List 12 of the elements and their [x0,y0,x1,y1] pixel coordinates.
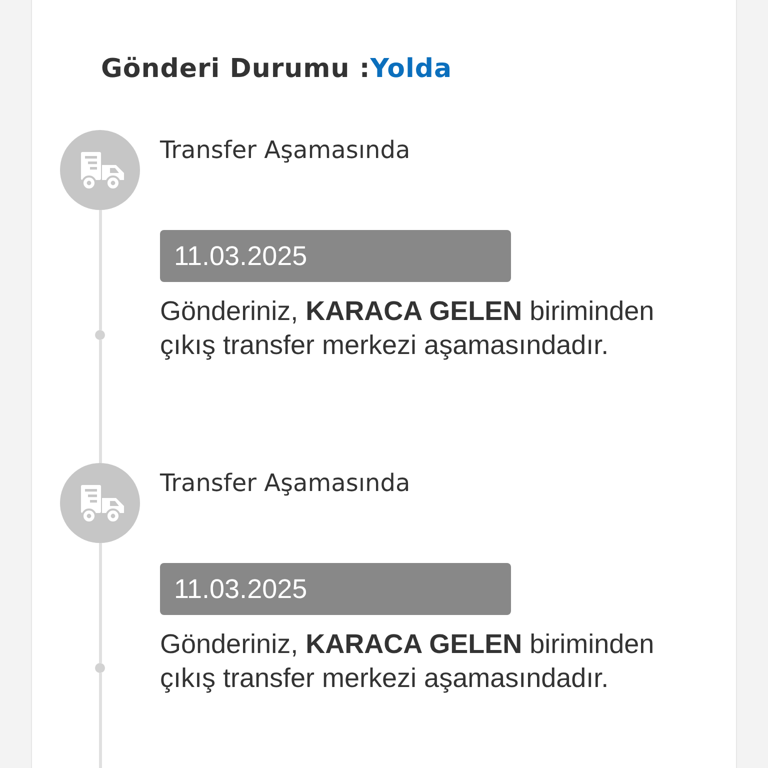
event-description: Gönderiniz, KARACA GELEN biriminden çıkış transfer merkezi aşamasındadır. [160,628,656,695]
date-banner: 11.03.2025 [160,230,511,282]
event-description: Gönderiniz, KARACA GELEN biriminden çıkış transfer merkezi aşamasındadır. [160,295,656,362]
timeline-dot-icon [95,330,105,340]
status-label: Gönderi Durumu : [101,54,370,84]
event-title: Transfer Aşamasında [160,135,412,166]
truck-icon [60,463,140,543]
status-value: Yolda [370,54,452,84]
truck-icon [60,130,140,210]
timeline-dot-icon [95,663,105,673]
event-title: Transfer Aşamasında [160,468,412,499]
date-banner: 11.03.2025 [160,563,511,615]
